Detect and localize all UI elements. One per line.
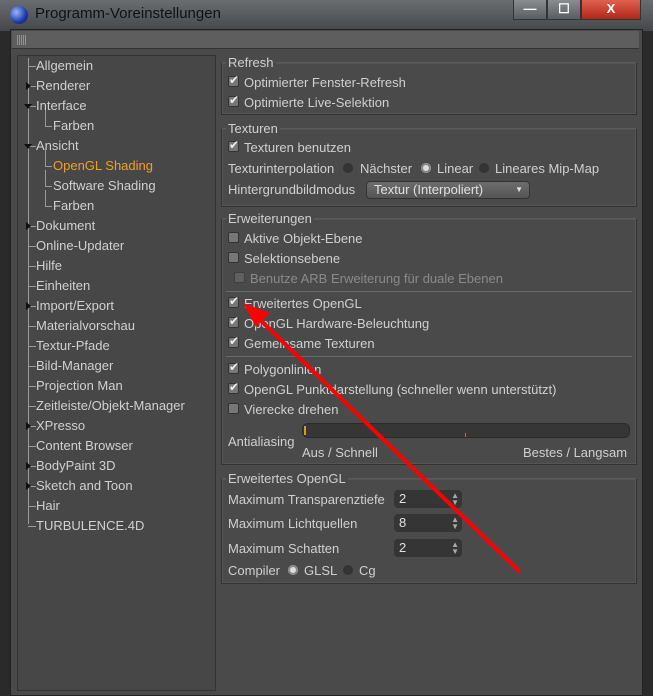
red-arrow-annotation: [243, 303, 522, 574]
arrow-shaft: [250, 310, 522, 574]
